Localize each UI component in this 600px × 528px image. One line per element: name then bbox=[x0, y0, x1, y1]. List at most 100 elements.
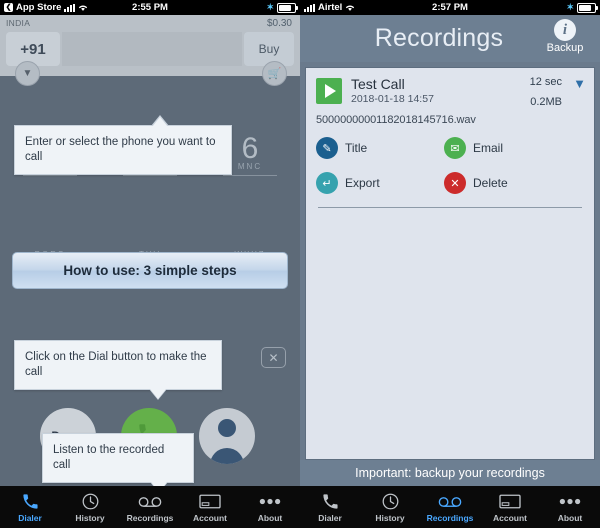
action-label: Export bbox=[345, 176, 380, 190]
action-row-1: ✎ Title ✉ Email bbox=[316, 137, 584, 159]
backup-button[interactable]: i Backup bbox=[538, 19, 592, 54]
status-right-group: ✶ bbox=[266, 2, 298, 13]
tooltip-text: Listen to the recorded call bbox=[53, 444, 165, 471]
left-tab-bar: Dialer History Recordings Account About bbox=[0, 486, 300, 528]
clock-icon bbox=[60, 491, 120, 512]
recording-stats: 12 sec 0.2MB ▼ bbox=[529, 76, 586, 108]
tooltip-text: Enter or select the phone you want to ca… bbox=[25, 136, 216, 163]
envelope-icon: ✉ bbox=[444, 137, 466, 159]
right-phone-screen: Airtel 2:57 PM ✶ Recordings i Backup Tes… bbox=[300, 0, 600, 528]
recording-duration: 12 sec bbox=[529, 76, 562, 88]
key-underline bbox=[123, 175, 177, 176]
list-divider bbox=[318, 207, 582, 208]
key-underline bbox=[23, 175, 77, 176]
phone-icon bbox=[300, 491, 360, 512]
signal-bars-icon bbox=[304, 3, 315, 12]
tab-dialer[interactable]: Dialer bbox=[0, 491, 60, 523]
share-export-icon: ↵ bbox=[316, 172, 338, 194]
clock-icon bbox=[360, 491, 420, 512]
ellipsis-icon bbox=[540, 491, 600, 512]
tooltip-enter-phone: Enter or select the phone you want to ca… bbox=[14, 115, 232, 175]
shopping-cart-icon[interactable]: 🛒 bbox=[262, 61, 287, 86]
tab-label: Account bbox=[493, 513, 527, 523]
wifi-icon bbox=[345, 4, 355, 12]
important-backup-note: Important: backup your recordings bbox=[300, 460, 600, 486]
recording-date: 2018-01-18 14:57 bbox=[351, 93, 434, 105]
clear-x-icon[interactable]: ✕ bbox=[261, 347, 286, 368]
recording-detail-card: Test Call 2018-01-18 14:57 12 sec 0.2MB … bbox=[305, 67, 595, 460]
tab-label: Recordings bbox=[426, 513, 474, 523]
status-left-group: ❮ App Store bbox=[4, 2, 88, 13]
avatar-body bbox=[210, 448, 244, 464]
chevron-down-icon[interactable]: ▼ bbox=[15, 61, 40, 86]
edit-icon: ✎ bbox=[316, 137, 338, 159]
email-action-button[interactable]: ✉ Email bbox=[444, 137, 572, 159]
backup-label: Backup bbox=[546, 42, 584, 54]
recordings-screen-content: Recordings i Backup Test Call 2018-01-18… bbox=[300, 15, 600, 486]
signal-bars-icon bbox=[64, 3, 76, 12]
tab-label: Recordings bbox=[126, 513, 174, 523]
chevron-down-icon[interactable]: ▼ bbox=[573, 76, 586, 91]
tab-account[interactable]: Account bbox=[480, 491, 540, 523]
phone-icon bbox=[0, 491, 60, 512]
tab-recordings[interactable]: Recordings bbox=[420, 491, 480, 523]
voicemail-icon bbox=[420, 491, 480, 512]
tooltip-text: Click on the Dial button to make the cal… bbox=[25, 351, 207, 378]
tab-about[interactable]: About bbox=[240, 491, 300, 523]
action-label: Email bbox=[473, 141, 504, 155]
bluetooth-icon: ✶ bbox=[566, 2, 574, 12]
export-action-button[interactable]: ↵ Export bbox=[316, 172, 444, 194]
left-status-bar: ❮ App Store 2:55 PM ✶ bbox=[0, 0, 300, 15]
dialer-top-bar: INDIA $0.30 +91 Buy ▼ 🛒 bbox=[0, 15, 300, 86]
recording-meta: Test Call 2018-01-18 14:57 bbox=[351, 76, 434, 105]
tooltip-dial-button: Click on the Dial button to make the cal… bbox=[14, 340, 222, 400]
status-right-group: ✶ bbox=[566, 2, 598, 13]
battery-icon bbox=[577, 2, 598, 13]
recording-size: 0.2MB bbox=[530, 96, 562, 108]
recording-actions: ✎ Title ✉ Email ↵ Export ✕ Delete bbox=[316, 137, 584, 194]
tab-label: Dialer bbox=[318, 513, 342, 523]
recording-filename: 50000000001182018145716.wav bbox=[316, 114, 476, 126]
back-chevron-icon[interactable]: ❮ bbox=[4, 3, 13, 12]
tab-history[interactable]: History bbox=[360, 491, 420, 523]
tooltip-arrow bbox=[149, 388, 167, 400]
voicemail-icon bbox=[120, 491, 180, 512]
how-to-use-button[interactable]: How to use: 3 simple steps bbox=[12, 252, 288, 289]
play-icon[interactable] bbox=[316, 78, 342, 104]
contact-avatar-icon[interactable] bbox=[199, 408, 255, 464]
rate-price-label: $0.30 bbox=[266, 18, 292, 29]
left-phone-screen: ❮ App Store 2:55 PM ✶ INDIA $0.30 +91 Bu… bbox=[0, 0, 300, 528]
country-code-button[interactable]: +91 bbox=[6, 32, 60, 66]
title-action-button[interactable]: ✎ Title bbox=[316, 137, 444, 159]
action-row-2: ↵ Export ✕ Delete bbox=[316, 172, 584, 194]
bluetooth-icon: ✶ bbox=[266, 2, 274, 12]
battery-icon bbox=[277, 2, 298, 13]
dialer-screen-content: INDIA $0.30 +91 Buy ▼ 🛒 4 GHI 5 bbox=[0, 15, 300, 486]
wifi-icon bbox=[78, 4, 88, 12]
tab-label: About bbox=[557, 513, 583, 523]
credit-card-icon bbox=[480, 491, 540, 512]
action-label: Delete bbox=[473, 176, 508, 190]
country-label: INDIA bbox=[6, 18, 31, 28]
delete-action-button[interactable]: ✕ Delete bbox=[444, 172, 572, 194]
avatar-head bbox=[218, 419, 236, 437]
tab-recordings[interactable]: Recordings bbox=[120, 491, 180, 523]
tab-dialer[interactable]: Dialer bbox=[300, 491, 360, 523]
key-underline bbox=[223, 175, 277, 176]
recordings-header: Recordings i Backup bbox=[300, 15, 600, 62]
tab-label: About bbox=[257, 513, 283, 523]
phone-number-input[interactable] bbox=[62, 32, 242, 66]
right-status-bar: Airtel 2:57 PM ✶ bbox=[300, 0, 600, 15]
tooltip-listen-recording: Listen to the recorded call bbox=[42, 433, 194, 486]
tab-label: History bbox=[75, 513, 105, 523]
recording-summary-row: Test Call 2018-01-18 14:57 12 sec 0.2MB … bbox=[316, 76, 586, 108]
tab-history[interactable]: History bbox=[60, 491, 120, 523]
tab-label: History bbox=[375, 513, 405, 523]
tab-about[interactable]: About bbox=[540, 491, 600, 523]
status-carrier-label: Airtel bbox=[318, 2, 343, 13]
info-icon: i bbox=[554, 19, 576, 41]
tab-account[interactable]: Account bbox=[180, 491, 240, 523]
page-title: Recordings bbox=[374, 24, 504, 52]
status-carrier-label: App Store bbox=[16, 2, 62, 13]
recording-name: Test Call bbox=[351, 76, 405, 92]
